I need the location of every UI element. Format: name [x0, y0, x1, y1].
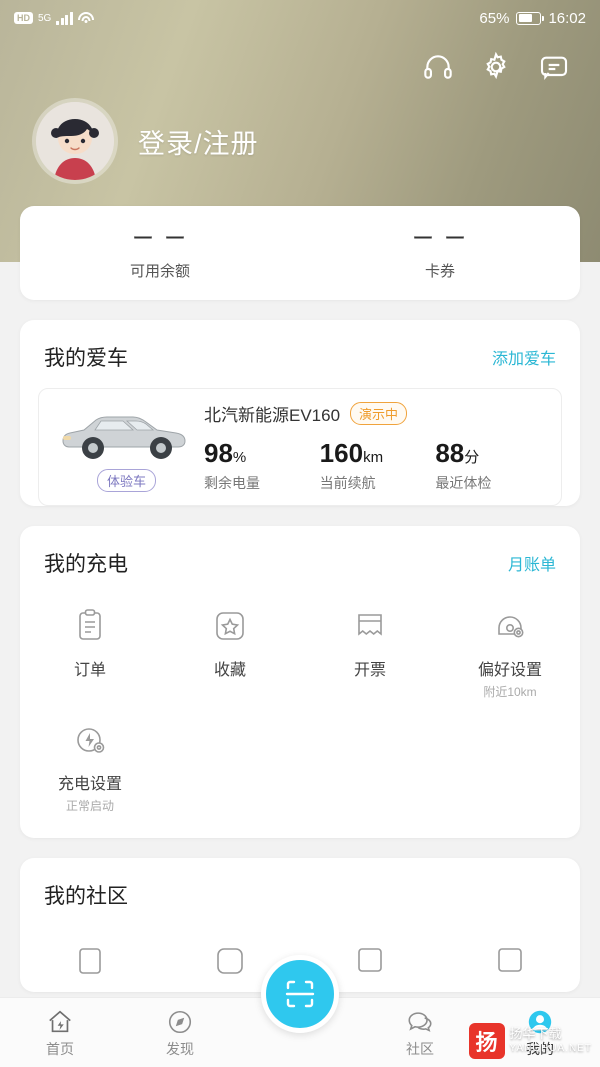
- network-type-label: 5G: [38, 12, 52, 24]
- scan-button[interactable]: [261, 955, 339, 1033]
- nav-label: 社区: [406, 1040, 434, 1057]
- coupon-value: ー ー: [411, 225, 469, 251]
- avatar[interactable]: [36, 102, 114, 180]
- login-register-link[interactable]: 登录/注册: [138, 122, 259, 161]
- watermark-logo: 扬: [468, 1023, 505, 1059]
- community-item-1[interactable]: [20, 926, 160, 988]
- grid-label: 收藏: [213, 662, 246, 679]
- battery-icon: [516, 11, 545, 25]
- invoice-icon: [300, 604, 440, 648]
- community-item-4[interactable]: [440, 926, 580, 988]
- my-community-title: 我的社区: [44, 885, 128, 908]
- demo-status-badge: 演示中: [350, 402, 408, 425]
- preference-icon: [440, 604, 580, 648]
- my-community-header: 我的社区: [20, 858, 580, 910]
- gear-icon[interactable]: [480, 51, 512, 83]
- status-bar-left: HD 5G: [14, 11, 94, 25]
- order-icon: [20, 604, 160, 648]
- car-stat-range: 160km 当前续航: [320, 438, 436, 493]
- stat-unit: km: [363, 449, 384, 466]
- scroll-content: ー ー 可用余额 ー ー 卡券 我的爱车 添加爱车 体验车 北汽新能源EV160…: [0, 170, 600, 997]
- stat-label: 当前续航: [319, 475, 376, 491]
- grid-label: 充电设置: [57, 776, 122, 793]
- hd-icon: HD: [14, 12, 33, 24]
- my-car-title: 我的爱车: [44, 347, 128, 370]
- home-icon: [0, 1007, 120, 1037]
- nav-label: 首页: [46, 1040, 74, 1057]
- grid-label: 订单: [73, 662, 106, 679]
- watermark-text: 扬华下载 YANGHUA.NET: [510, 1026, 593, 1056]
- grid-sublabel: 正常启动: [65, 799, 114, 813]
- balance-item-available[interactable]: ー ー 可用余额: [20, 226, 300, 281]
- my-charging-card: 我的充电 月账单 订单 收藏 开票 偏好设置 附近10km 充电设置 正常启动: [20, 526, 580, 838]
- balance-label: 可用余额: [129, 262, 190, 280]
- stat-unit: 分: [464, 449, 480, 466]
- charging-grid: 订单 收藏 开票 偏好设置 附近10km 充电设置 正常启动: [20, 578, 580, 838]
- coupon-label: 卡券: [424, 262, 455, 280]
- profile-row[interactable]: 登录/注册: [0, 88, 600, 180]
- car-name-row: 北汽新能源EV160 演示中: [204, 401, 551, 426]
- grid-label: 开票: [353, 662, 386, 679]
- compass-icon: [120, 1007, 240, 1037]
- car-stat-battery: 98% 剩余电量: [204, 438, 320, 493]
- stat-value: 88: [435, 438, 465, 468]
- nav-label: 发现: [166, 1040, 194, 1057]
- grid-label: 偏好设置: [477, 662, 542, 679]
- item1-icon: [20, 938, 160, 982]
- stat-label: 剩余电量: [204, 475, 260, 491]
- message-icon[interactable]: [538, 51, 570, 83]
- my-charging-header: 我的充电 月账单: [20, 526, 580, 578]
- header-icon-row: [0, 36, 600, 88]
- my-car-header: 我的爱车 添加爱车: [20, 320, 580, 372]
- nav-item-community[interactable]: 社区: [360, 1007, 480, 1059]
- balance-value: ー ー: [131, 225, 189, 251]
- watermark-line1: 扬华下载: [509, 1026, 562, 1041]
- balance-card: ー ー 可用余额 ー ー 卡券: [20, 206, 580, 300]
- car-image: [57, 403, 197, 465]
- battery-percent-label: 65%: [479, 9, 510, 27]
- car-info-block: 北汽新能源EV160 演示中 98% 剩余电量 160km 当前续航 88分 最…: [204, 401, 551, 493]
- watermark: 扬 扬华下载 YANGHUA.NET: [468, 1023, 593, 1059]
- balance-item-coupon[interactable]: ー ー 卡券: [300, 226, 580, 281]
- grid-item-order[interactable]: 订单: [20, 592, 160, 706]
- community-icon: [360, 1007, 480, 1037]
- car-image-block: 体验车: [49, 403, 204, 492]
- my-charging-title: 我的充电: [44, 553, 128, 576]
- nav-item-home[interactable]: 首页: [0, 1007, 120, 1059]
- grid-item-favorites[interactable]: 收藏: [160, 592, 300, 706]
- status-bar: HD 5G 65% 16:02: [0, 0, 600, 36]
- car-stat-health: 88分 最近体检: [435, 438, 551, 493]
- car-row[interactable]: 体验车 北汽新能源EV160 演示中 98% 剩余电量 160km 当前续航 8…: [38, 388, 562, 506]
- grid-item-charge-setting[interactable]: 充电设置 正常启动: [20, 706, 160, 820]
- watermark-line2: YANGHUA.NET: [509, 1043, 592, 1054]
- headset-icon[interactable]: [422, 51, 454, 83]
- car-stats: 98% 剩余电量 160km 当前续航 88分 最近体检: [204, 438, 551, 493]
- clock-label: 16:02: [548, 9, 586, 27]
- car-name: 北汽新能源EV160: [204, 406, 341, 425]
- charge-setting-icon: [20, 718, 160, 762]
- wifi-icon: [77, 11, 94, 25]
- monthly-bill-link[interactable]: 月账单: [508, 551, 556, 575]
- signal-bars-icon: [56, 11, 73, 25]
- status-bar-right: 65% 16:02: [479, 10, 586, 27]
- grid-item-preference[interactable]: 偏好设置 附近10km: [440, 592, 580, 706]
- item4-icon: [440, 938, 580, 982]
- grid-item-invoice[interactable]: 开票: [300, 592, 440, 706]
- stat-value: 98: [204, 438, 233, 468]
- car-type-tag: 体验车: [96, 468, 156, 492]
- stat-value: 160: [319, 438, 364, 468]
- grid-sublabel: 附近10km: [483, 685, 537, 699]
- add-car-link[interactable]: 添加爱车: [492, 345, 556, 369]
- stat-unit: %: [232, 449, 247, 466]
- nav-item-discover[interactable]: 发现: [120, 1007, 240, 1059]
- star-icon: [160, 604, 300, 648]
- my-car-card: 我的爱车 添加爱车 体验车 北汽新能源EV160 演示中 98% 剩余电量 16…: [20, 320, 580, 506]
- stat-label: 最近体检: [435, 475, 492, 491]
